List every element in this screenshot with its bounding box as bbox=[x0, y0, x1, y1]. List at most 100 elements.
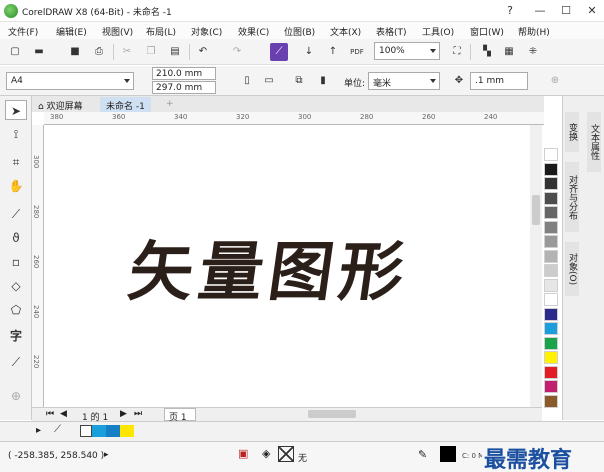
add-tool-icon[interactable]: ⊕ bbox=[5, 386, 27, 406]
pan-tool-icon[interactable]: ✋ bbox=[5, 176, 27, 196]
menu-edit[interactable]: 编辑(E) bbox=[56, 25, 87, 38]
add-tab-icon[interactable]: + bbox=[160, 97, 180, 112]
last-page-icon[interactable]: ⏭ bbox=[134, 409, 142, 419]
no-fill-swatch[interactable] bbox=[80, 425, 92, 437]
page-width-field[interactable]: 210.0 mm bbox=[152, 67, 216, 80]
palette-swatch[interactable] bbox=[544, 177, 558, 190]
palette-swatch[interactable] bbox=[544, 278, 558, 292]
vertical-ruler[interactable]: 300 280 260 240 220 bbox=[32, 125, 44, 407]
page-height-field[interactable]: 297.0 mm bbox=[152, 81, 216, 94]
first-page-icon[interactable]: ⏮ bbox=[46, 409, 54, 419]
dock-tab-align[interactable]: 对齐与分布 bbox=[565, 162, 579, 232]
shape-tool-icon[interactable]: ⟟ bbox=[5, 124, 27, 144]
palette-swatch[interactable] bbox=[544, 220, 558, 234]
full-screen-icon[interactable]: ⛶ bbox=[448, 43, 466, 61]
paste-icon[interactable]: ▤ bbox=[166, 43, 184, 61]
palette-menu-icon[interactable]: ▸ bbox=[36, 425, 41, 436]
current-page-icon[interactable]: ▮ bbox=[314, 72, 332, 90]
prev-page-icon[interactable]: ◀ bbox=[60, 409, 67, 419]
landscape-icon[interactable]: ▭ bbox=[260, 72, 278, 90]
all-pages-icon[interactable]: ⧉ bbox=[290, 72, 308, 90]
rectangle-tool-icon[interactable]: ▫ bbox=[5, 252, 27, 272]
menu-file[interactable]: 文件(F) bbox=[8, 25, 38, 38]
menu-object[interactable]: 对象(C) bbox=[191, 25, 222, 38]
doc-color-swatch[interactable] bbox=[106, 425, 120, 437]
minimize-button[interactable]: — bbox=[526, 2, 554, 20]
pick-tool-icon[interactable]: ➤ bbox=[5, 100, 27, 120]
nudge-distance-field[interactable]: .1 mm bbox=[470, 72, 528, 90]
next-page-icon[interactable]: ▶ bbox=[120, 409, 127, 419]
search-content-icon[interactable]: ⟋ bbox=[270, 43, 288, 61]
page-size-select[interactable]: A4 bbox=[6, 72, 134, 90]
palette-swatch[interactable] bbox=[544, 191, 558, 205]
menu-effects[interactable]: 效果(C) bbox=[238, 25, 269, 38]
menu-text[interactable]: 文本(X) bbox=[330, 25, 361, 38]
publish-pdf-icon[interactable]: PDF bbox=[348, 43, 366, 61]
menu-bitmap[interactable]: 位图(B) bbox=[284, 25, 315, 38]
palette-swatch[interactable] bbox=[544, 307, 558, 321]
page-1-tab[interactable]: 页 1 bbox=[164, 408, 196, 423]
palette-swatch[interactable] bbox=[544, 336, 558, 350]
redo-icon[interactable]: ↷ bbox=[228, 43, 246, 61]
units-select[interactable]: 毫米 bbox=[368, 72, 440, 90]
outline-fill-icon[interactable]: ◈ bbox=[262, 447, 270, 460]
doc-color-swatch[interactable] bbox=[120, 425, 134, 437]
vertical-scroll-thumb[interactable] bbox=[532, 195, 540, 225]
portrait-icon[interactable]: ▯ bbox=[238, 72, 256, 90]
tab-document[interactable]: 未命名 -1 bbox=[100, 97, 151, 112]
palette-swatch[interactable] bbox=[544, 394, 558, 408]
help-window-button[interactable]: ? bbox=[496, 2, 524, 20]
horizontal-scroll-thumb[interactable] bbox=[308, 410, 356, 418]
copy-icon[interactable]: ❐ bbox=[142, 43, 160, 61]
import-icon[interactable]: ↓ bbox=[300, 43, 318, 61]
print-icon[interactable]: ⎙ bbox=[90, 43, 108, 61]
drawing-canvas[interactable]: 矢量图形 bbox=[44, 125, 530, 407]
menu-tools[interactable]: 工具(O) bbox=[422, 25, 454, 38]
palette-swatch[interactable] bbox=[544, 249, 558, 263]
palette-swatch[interactable] bbox=[544, 235, 558, 248]
new-document-icon[interactable]: ▢ bbox=[6, 43, 24, 61]
show-rulers-icon[interactable]: ▚ bbox=[478, 43, 496, 61]
add-toolbar-icon[interactable]: ⊕ bbox=[546, 72, 564, 90]
cut-icon[interactable]: ✂ bbox=[118, 43, 136, 61]
zoom-level-combo[interactable]: 100% bbox=[374, 42, 440, 60]
menu-view[interactable]: 视图(V) bbox=[102, 25, 133, 38]
outline-color-swatch[interactable] bbox=[440, 446, 456, 462]
menu-table[interactable]: 表格(T) bbox=[376, 25, 407, 38]
palette-swatch[interactable] bbox=[544, 365, 558, 379]
maximize-button[interactable]: ☐ bbox=[552, 2, 580, 20]
dock-tab-text-properties[interactable]: 文本属性 bbox=[587, 112, 601, 172]
open-folder-icon[interactable]: ▬ bbox=[30, 43, 48, 61]
dock-tab-transform[interactable]: 变换 bbox=[565, 112, 579, 152]
artwork-text[interactable]: 矢量图形 bbox=[124, 221, 417, 313]
palette-swatch[interactable] bbox=[544, 206, 558, 219]
palette-swatch[interactable] bbox=[544, 264, 558, 277]
artistic-media-icon[interactable]: ϑ bbox=[5, 228, 27, 248]
polygon-tool-icon[interactable]: ⬠ bbox=[5, 300, 27, 320]
coords-arrow-icon[interactable]: ▸ bbox=[104, 450, 109, 460]
export-icon[interactable]: ↑ bbox=[324, 43, 342, 61]
outline-pen-icon[interactable]: ✎ bbox=[418, 448, 427, 461]
vertical-scrollbar[interactable] bbox=[530, 125, 542, 407]
snap-to-icon[interactable]: ⁜ bbox=[524, 43, 542, 61]
freehand-tool-icon[interactable]: ⟋ bbox=[5, 204, 27, 224]
doc-color-swatch[interactable] bbox=[92, 425, 106, 437]
close-button[interactable]: ✕ bbox=[578, 2, 604, 20]
palette-swatch[interactable] bbox=[544, 322, 558, 335]
palette-swatch[interactable] bbox=[544, 293, 558, 306]
save-icon[interactable]: ■ bbox=[66, 43, 84, 61]
show-grid-icon[interactable]: ▦ bbox=[500, 43, 518, 61]
eyedropper-icon[interactable]: ⟋ bbox=[54, 424, 61, 435]
menu-layout[interactable]: 布局(L) bbox=[146, 25, 176, 38]
ellipse-tool-icon[interactable]: ◇ bbox=[5, 276, 27, 296]
crop-tool-icon[interactable]: ⌗ bbox=[5, 152, 27, 172]
dimension-tool-icon[interactable]: ⟋ bbox=[5, 352, 27, 372]
tab-welcome[interactable]: ⌂ 欢迎屏幕 bbox=[32, 97, 89, 112]
palette-swatch[interactable] bbox=[544, 148, 558, 161]
menu-window[interactable]: 窗口(W) bbox=[470, 25, 504, 38]
fill-icon[interactable]: ▣ bbox=[238, 447, 248, 460]
palette-swatch[interactable] bbox=[544, 380, 558, 393]
text-tool-icon[interactable]: 字 bbox=[5, 326, 27, 346]
palette-swatch[interactable] bbox=[544, 162, 558, 176]
menu-help[interactable]: 帮助(H) bbox=[518, 25, 550, 38]
